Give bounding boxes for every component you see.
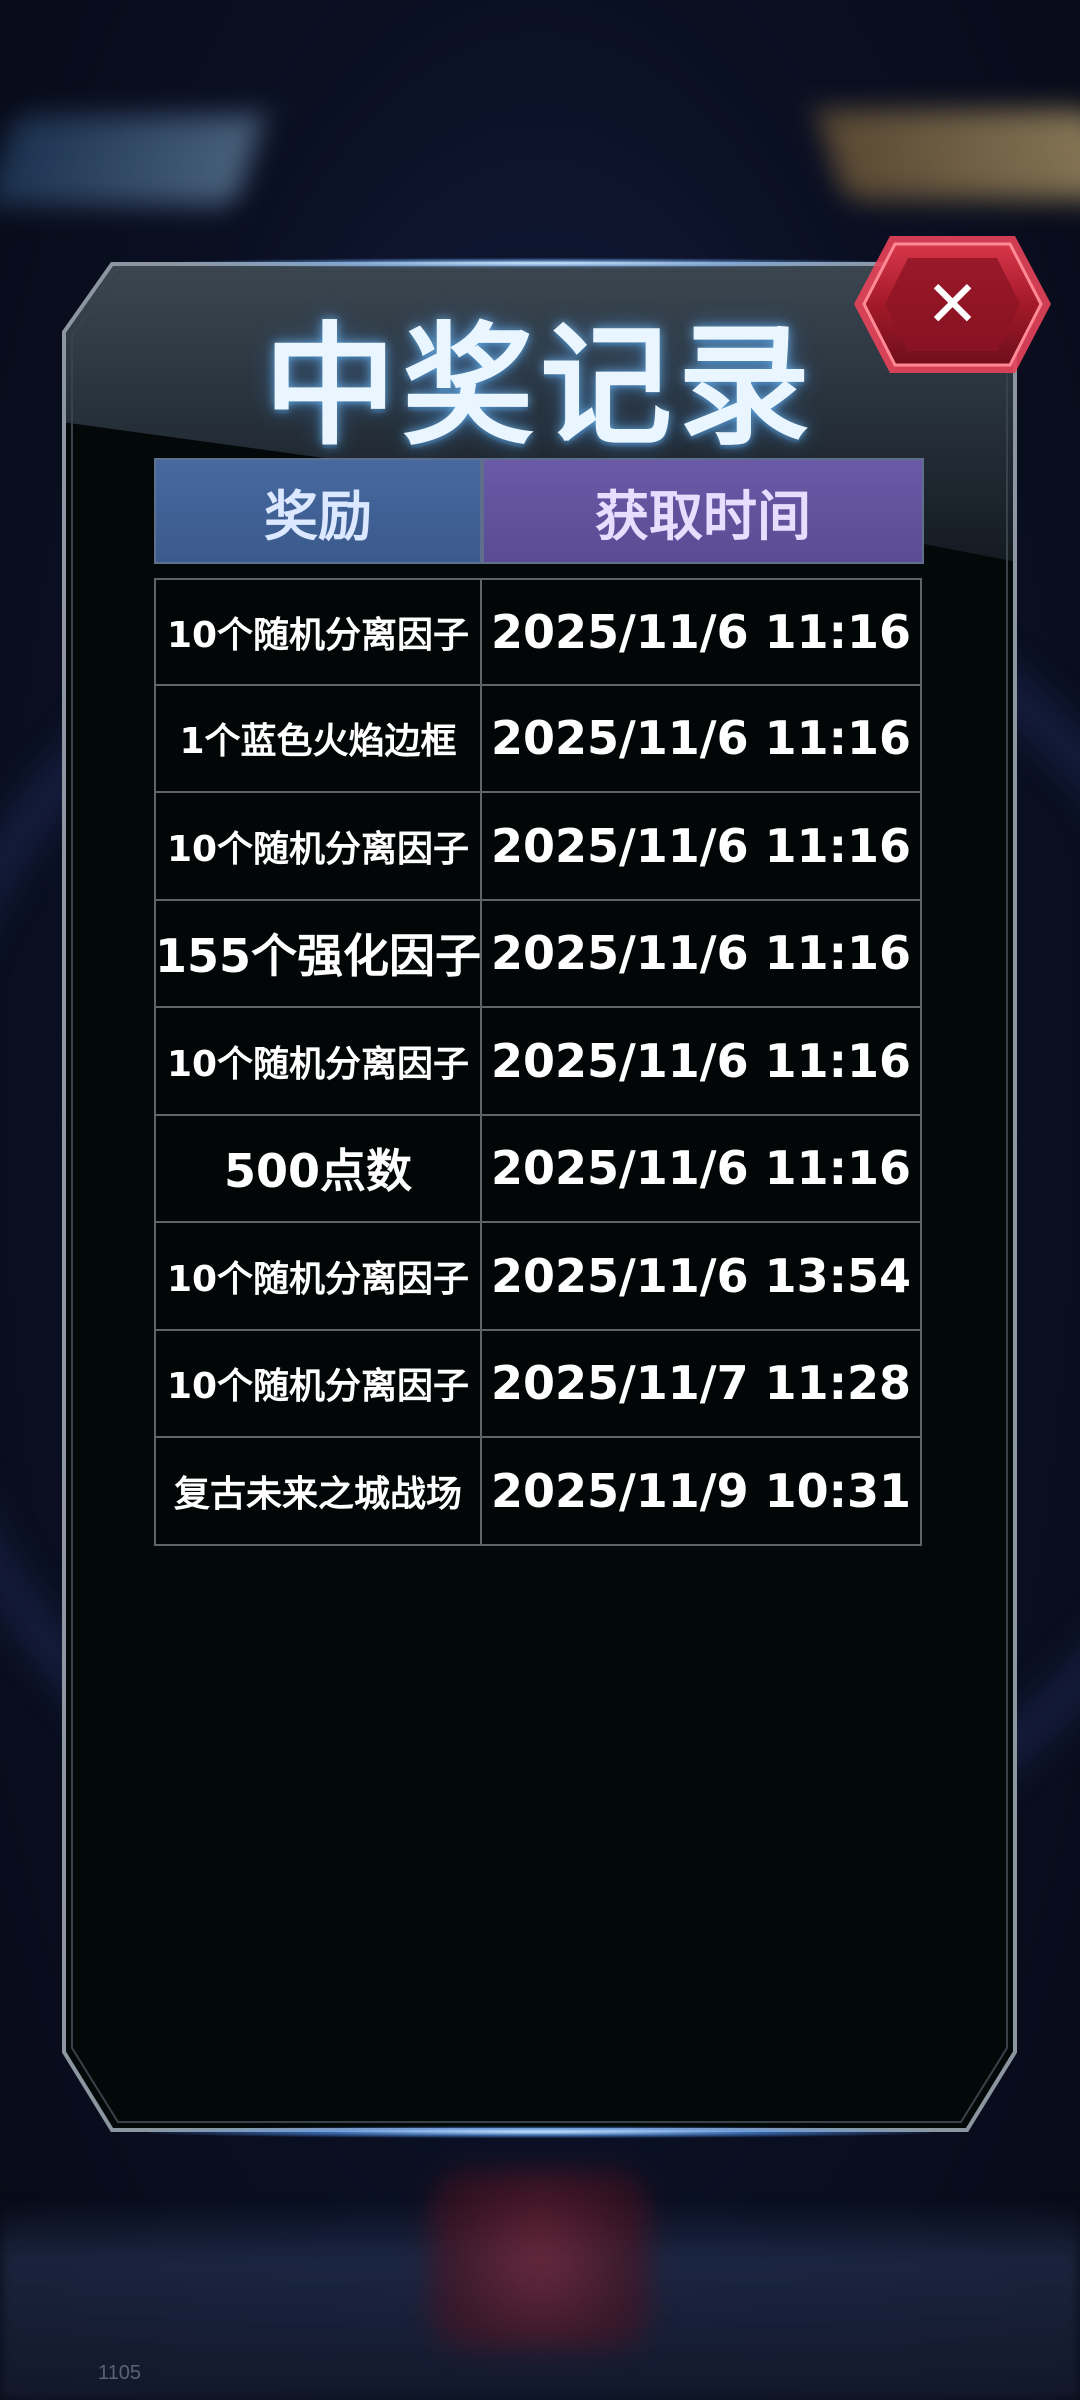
dialog-top-glow (180, 258, 900, 268)
table-row: 10个随机分离因子 2025/11/6 13:54 (154, 1221, 924, 1331)
app-screen: 中奖记录 ✕ 奖励 获取时间 10个随机分离因子 2025/11/6 11:16 (0, 0, 1080, 2400)
reward-cell: 155个强化因子 (154, 898, 482, 1008)
background-right-badge (815, 110, 1080, 200)
time-cell: 2025/11/6 11:16 (480, 1006, 922, 1116)
close-icon: ✕ (925, 267, 980, 342)
time-cell: 2025/11/7 11:28 (480, 1328, 922, 1438)
table-row: 10个随机分离因子 2025/11/6 11:16 (154, 1006, 924, 1116)
background-bottom-button (430, 2170, 650, 2350)
table-row: 500点数 2025/11/6 11:16 (154, 1113, 924, 1223)
records-table-header: 奖励 获取时间 (154, 458, 924, 564)
table-row: 10个随机分离因子 2025/11/6 11:16 (154, 578, 924, 686)
table-row: 复古未来之城战场 2025/11/9 10:31 (154, 1436, 924, 1546)
time-cell: 2025/11/6 11:16 (480, 1113, 922, 1223)
reward-cell: 10个随机分离因子 (154, 1221, 482, 1331)
reward-cell: 10个随机分离因子 (154, 578, 482, 686)
reward-cell: 10个随机分离因子 (154, 1006, 482, 1116)
column-header-reward: 奖励 (154, 458, 482, 564)
column-header-time: 获取时间 (482, 458, 924, 564)
table-row: 1个蓝色火焰边框 2025/11/6 11:16 (154, 683, 924, 793)
background-left-badge (0, 115, 265, 205)
reward-cell: 1个蓝色火焰边框 (154, 683, 482, 793)
reward-cell: 500点数 (154, 1113, 482, 1223)
table-row: 155个强化因子 2025/11/6 11:16 (154, 898, 924, 1008)
version-label: 1105 (98, 2362, 142, 2384)
dialog-bottom-glow (150, 2126, 930, 2138)
time-cell: 2025/11/6 11:16 (480, 791, 922, 901)
time-cell: 2025/11/9 10:31 (480, 1436, 922, 1546)
reward-cell: 10个随机分离因子 (154, 791, 482, 901)
reward-cell: 复古未来之城战场 (154, 1436, 482, 1546)
table-row: 10个随机分离因子 2025/11/7 11:28 (154, 1328, 924, 1438)
time-cell: 2025/11/6 13:54 (480, 1221, 922, 1331)
table-row: 10个随机分离因子 2025/11/6 11:16 (154, 791, 924, 901)
records-table-body: 10个随机分离因子 2025/11/6 11:16 1个蓝色火焰边框 2025/… (154, 578, 924, 1546)
time-cell: 2025/11/6 11:16 (480, 898, 922, 1008)
reward-cell: 10个随机分离因子 (154, 1328, 482, 1438)
close-button[interactable]: ✕ (850, 232, 1055, 377)
time-cell: 2025/11/6 11:16 (480, 683, 922, 793)
time-cell: 2025/11/6 11:16 (480, 578, 922, 686)
